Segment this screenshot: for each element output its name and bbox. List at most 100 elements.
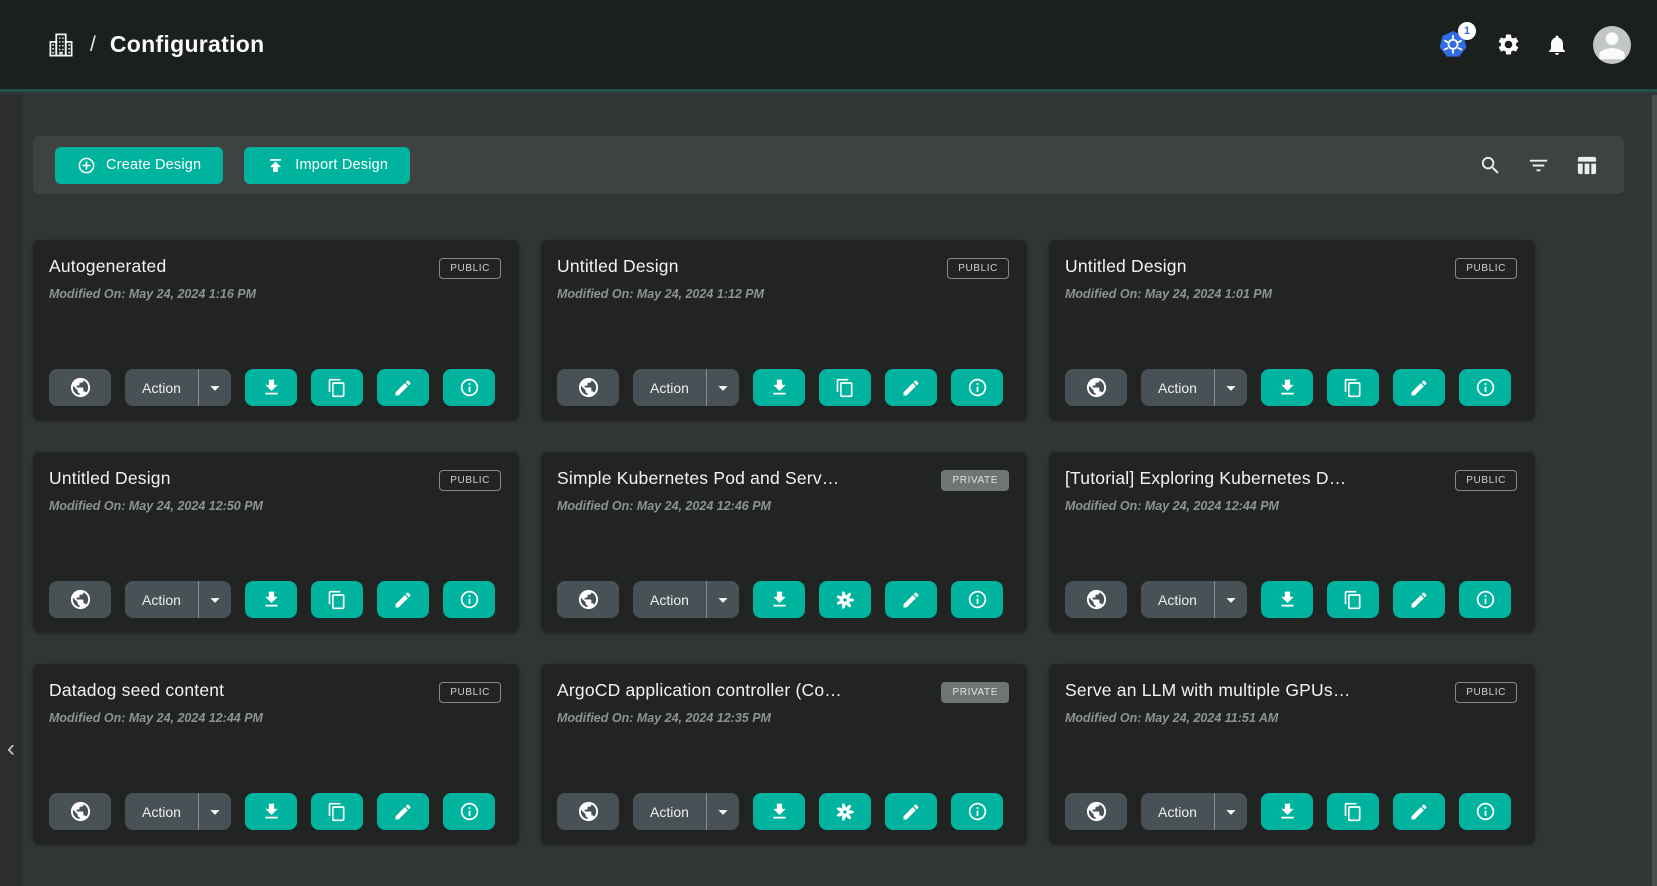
clone-button[interactable]: [311, 369, 363, 406]
edit-button[interactable]: [377, 369, 429, 406]
clone-button[interactable]: [1327, 369, 1379, 406]
pencil-icon: [1409, 378, 1429, 398]
download-button[interactable]: [245, 369, 297, 406]
designs-toolbar: Create Design Import Design: [33, 136, 1624, 194]
design-cards-grid: Autogenerated PUBLIC Modified On: May 24…: [33, 240, 1535, 844]
clone-button[interactable]: [819, 369, 871, 406]
download-button[interactable]: [1261, 581, 1313, 618]
card-action-bar: Action: [49, 581, 501, 618]
action-split-button[interactable]: Action: [633, 581, 739, 618]
visibility-badge: PUBLIC: [439, 258, 501, 279]
filter-icon[interactable]: [1522, 149, 1554, 181]
chevron-down-icon[interactable]: [199, 801, 231, 823]
action-split-button[interactable]: Action: [125, 581, 231, 618]
clone-button[interactable]: [311, 793, 363, 830]
globe-icon: [577, 800, 600, 823]
download-button[interactable]: [753, 581, 805, 618]
action-split-button[interactable]: Action: [1141, 793, 1247, 830]
info-button[interactable]: [951, 369, 1003, 406]
design-button[interactable]: [819, 793, 871, 830]
clone-button[interactable]: [1327, 581, 1379, 618]
info-button[interactable]: [443, 369, 495, 406]
download-button[interactable]: [753, 369, 805, 406]
notifications-bell-icon[interactable]: [1545, 33, 1569, 57]
info-button[interactable]: [951, 581, 1003, 618]
globe-icon: [69, 376, 92, 399]
action-label: Action: [1141, 804, 1214, 820]
design-card: Untitled Design PUBLIC Modified On: May …: [1049, 240, 1535, 420]
chevron-down-icon[interactable]: [199, 377, 231, 399]
visibility-globe-button[interactable]: [49, 793, 111, 830]
download-button[interactable]: [245, 793, 297, 830]
clone-button[interactable]: [1327, 793, 1379, 830]
info-button[interactable]: [443, 581, 495, 618]
visibility-globe-button[interactable]: [557, 793, 619, 830]
chevron-down-icon[interactable]: [707, 589, 739, 611]
download-icon: [261, 589, 282, 610]
download-button[interactable]: [245, 581, 297, 618]
info-button[interactable]: [951, 793, 1003, 830]
search-icon[interactable]: [1474, 149, 1506, 181]
edit-button[interactable]: [377, 581, 429, 618]
create-design-button[interactable]: Create Design: [55, 147, 223, 184]
design-button[interactable]: [819, 581, 871, 618]
edit-button[interactable]: [377, 793, 429, 830]
design-card: Autogenerated PUBLIC Modified On: May 24…: [33, 240, 519, 420]
action-split-button[interactable]: Action: [125, 793, 231, 830]
chevron-down-icon[interactable]: [1215, 589, 1247, 611]
sidebar-expand-chevron[interactable]: ‹: [1, 735, 21, 763]
action-label: Action: [125, 380, 198, 396]
page-scrollbar[interactable]: [1652, 95, 1657, 886]
globe-icon: [69, 588, 92, 611]
modified-on-text: Modified On: May 24, 2024 12:35 PM: [557, 711, 1009, 725]
download-button[interactable]: [1261, 793, 1313, 830]
action-split-button[interactable]: Action: [1141, 581, 1247, 618]
action-split-button[interactable]: Action: [125, 369, 231, 406]
organization-building-icon[interactable]: [46, 30, 76, 60]
import-design-button[interactable]: Import Design: [244, 147, 410, 184]
info-button[interactable]: [443, 793, 495, 830]
action-split-button[interactable]: Action: [633, 793, 739, 830]
action-label: Action: [125, 804, 198, 820]
edit-button[interactable]: [885, 581, 937, 618]
table-view-icon[interactable]: [1570, 149, 1602, 181]
copy-icon: [1343, 802, 1363, 822]
chevron-down-icon[interactable]: [1215, 377, 1247, 399]
info-button[interactable]: [1459, 369, 1511, 406]
action-split-button[interactable]: Action: [633, 369, 739, 406]
kubernetes-context-button[interactable]: 1: [1434, 28, 1472, 62]
card-action-bar: Action: [1065, 581, 1517, 618]
visibility-globe-button[interactable]: [1065, 369, 1127, 406]
edit-button[interactable]: [1393, 369, 1445, 406]
visibility-globe-button[interactable]: [557, 581, 619, 618]
chevron-down-icon[interactable]: [707, 801, 739, 823]
download-icon: [261, 801, 282, 822]
visibility-globe-button[interactable]: [49, 369, 111, 406]
action-label: Action: [633, 592, 706, 608]
visibility-globe-button[interactable]: [49, 581, 111, 618]
chevron-down-icon[interactable]: [1215, 801, 1247, 823]
clone-button[interactable]: [311, 581, 363, 618]
settings-gear-icon[interactable]: [1496, 32, 1521, 57]
info-button[interactable]: [1459, 793, 1511, 830]
user-avatar[interactable]: [1593, 26, 1631, 64]
visibility-globe-button[interactable]: [1065, 793, 1127, 830]
info-button[interactable]: [1459, 581, 1511, 618]
download-button[interactable]: [753, 793, 805, 830]
visibility-globe-button[interactable]: [557, 369, 619, 406]
edit-button[interactable]: [885, 793, 937, 830]
action-split-button[interactable]: Action: [1141, 369, 1247, 406]
chevron-down-icon[interactable]: [199, 589, 231, 611]
copy-icon: [327, 590, 347, 610]
edit-button[interactable]: [885, 369, 937, 406]
copy-icon: [327, 378, 347, 398]
visibility-globe-button[interactable]: [1065, 581, 1127, 618]
edit-button[interactable]: [1393, 793, 1445, 830]
collapsed-sidebar-edge: [0, 95, 22, 886]
visibility-badge: PUBLIC: [1455, 258, 1517, 279]
breadcrumb: / Configuration: [46, 30, 265, 60]
download-button[interactable]: [1261, 369, 1313, 406]
chevron-down-icon[interactable]: [707, 377, 739, 399]
edit-button[interactable]: [1393, 581, 1445, 618]
info-icon: [1475, 589, 1496, 610]
